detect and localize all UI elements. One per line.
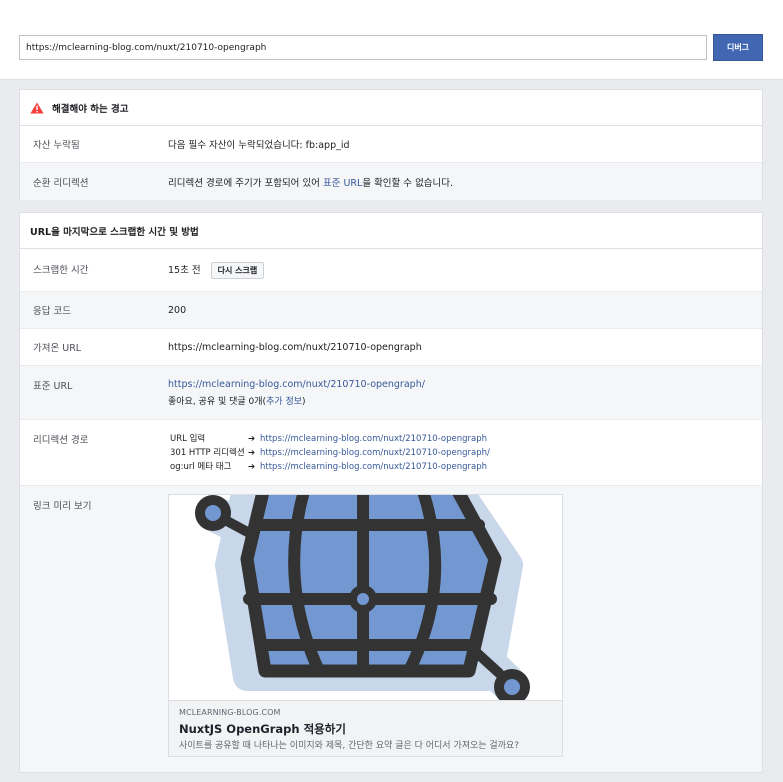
fetched-url-label: 가져온 URL <box>33 343 82 354</box>
canonical-url-value-wrap: https://mclearning-blog.com/nuxt/210710-… <box>168 378 762 419</box>
link-preview-row: 링크 미리 보기 MCLEARNING-BLOG.COM NuxtJS Open… <box>20 486 762 772</box>
response-code-label: 응답 코드 <box>33 306 71 317</box>
warning-text: 을 확인할 수 없습니다. <box>362 177 454 189</box>
opengraph-logo-icon <box>169 495 562 700</box>
more-info-link[interactable]: 추가 정보 <box>266 397 302 407</box>
preview-title: NuxtJS OpenGraph 적용하기 <box>179 722 346 736</box>
preview-image <box>169 495 562 700</box>
warnings-title: 해결해야 하는 경고 <box>52 103 129 115</box>
rescrape-button[interactable]: 다시 스크랩 <box>210 261 265 279</box>
response-code-value: 200 <box>168 304 187 316</box>
redirect-row: og:url 메타 태그 ➔ https://mclearning-blog.c… <box>170 460 490 474</box>
redirect-path-label: 리디렉션 경로 <box>33 435 89 446</box>
scrape-title: URL을 마지막으로 스크랩한 시간 및 방법 <box>30 226 199 238</box>
fetched-url-row: 가져온 URL https://mclearning-blog.com/nuxt… <box>20 329 762 366</box>
warning-value: 리디렉션 경로에 주기가 포함되어 있어 표준 URL을 확인할 수 없습니다. <box>168 175 762 189</box>
scraped-time-label: 스크랩한 시간 <box>33 265 89 276</box>
redirect-key: 301 HTTP 리디렉션 <box>170 448 245 458</box>
canonical-url-link[interactable]: https://mclearning-blog.com/nuxt/210710-… <box>168 378 762 391</box>
url-toolbar: 디버그 <box>0 0 783 80</box>
preview-description: 사이트를 공유할 때 나타나는 이미지와 제목, 간단한 요약 글은 다 어디서… <box>179 741 520 751</box>
warning-label: 자산 누락됨 <box>33 140 80 151</box>
scrape-info-panel: URL을 마지막으로 스크랩한 시간 및 방법 스크랩한 시간 15초 전 다시… <box>19 212 763 773</box>
warnings-panel: 해결해야 하는 경고 자산 누락됨 다음 필수 자산이 누락되었습니다: fb:… <box>19 89 763 200</box>
warning-label: 순환 리디렉션 <box>33 177 89 189</box>
redirect-path-value: URL 입력 ➔ https://mclearning-blog.com/nux… <box>168 432 762 485</box>
redirect-key: URL 입력 <box>170 434 206 444</box>
redirect-url-link[interactable]: https://mclearning-blog.com/nuxt/210710-… <box>260 460 490 474</box>
canonical-url-label: 표준 URL <box>33 381 73 392</box>
redirect-path-row: 리디렉션 경로 URL 입력 ➔ https://mclearning-blog… <box>20 420 762 486</box>
url-input[interactable] <box>19 35 707 60</box>
warning-row-circular-redirect: 순환 리디렉션 리디렉션 경로에 주기가 포함되어 있어 표준 URL을 확인할… <box>20 163 762 200</box>
response-code-row: 응답 코드 200 <box>20 292 762 329</box>
scraped-time-value-wrap: 15초 전 다시 스크랩 <box>168 261 762 279</box>
scrape-header: URL을 마지막으로 스크랩한 시간 및 방법 <box>20 213 762 249</box>
preview-domain: MCLEARNING-BLOG.COM <box>179 708 281 717</box>
preview-meta: MCLEARNING-BLOG.COM NuxtJS OpenGraph 적용하… <box>169 700 562 756</box>
scraped-time-value: 15초 전 <box>168 264 201 276</box>
debug-button[interactable]: 디버그 <box>713 34 763 61</box>
redirect-row: URL 입력 ➔ https://mclearning-blog.com/nux… <box>170 432 490 446</box>
engagement-info: 좋아요, 공유 및 댓글 0개(추가 정보) <box>168 396 762 409</box>
redirect-url-link[interactable]: https://mclearning-blog.com/nuxt/210710-… <box>260 432 490 446</box>
warning-text: 리디렉션 경로에 주기가 포함되어 있어 <box>168 177 323 189</box>
canonical-url-link[interactable]: 표준 URL <box>323 178 362 189</box>
engagement-text: ) <box>302 397 306 407</box>
warning-icon <box>30 102 44 113</box>
redirect-row: 301 HTTP 리디렉션 ➔ https://mclearning-blog.… <box>170 446 490 460</box>
redirect-key: og:url 메타 태그 <box>170 462 232 472</box>
warning-value: 다음 필수 자산이 누락되었습니다: fb:app_id <box>168 140 350 151</box>
engagement-text: 좋아요, 공유 및 댓글 0개( <box>168 397 267 407</box>
canonical-url-row: 표준 URL https://mclearning-blog.com/nuxt/… <box>20 366 762 420</box>
arrow-right-icon: ➔ <box>248 448 256 458</box>
warning-row-missing-asset: 자산 누락됨 다음 필수 자산이 누락되었습니다: fb:app_id <box>20 126 762 163</box>
arrow-right-icon: ➔ <box>248 434 256 444</box>
redirect-url-link[interactable]: https://mclearning-blog.com/nuxt/210710-… <box>260 446 490 460</box>
link-preview-label: 링크 미리 보기 <box>33 501 92 512</box>
link-preview-card[interactable]: MCLEARNING-BLOG.COM NuxtJS OpenGraph 적용하… <box>168 494 563 757</box>
warnings-header: 해결해야 하는 경고 <box>20 90 762 126</box>
arrow-right-icon: ➔ <box>248 462 256 472</box>
fetched-url-link[interactable]: https://mclearning-blog.com/nuxt/210710-… <box>168 342 762 353</box>
scraped-time-row: 스크랩한 시간 15초 전 다시 스크랩 <box>20 249 762 292</box>
redirect-table: URL 입력 ➔ https://mclearning-blog.com/nux… <box>170 432 490 474</box>
